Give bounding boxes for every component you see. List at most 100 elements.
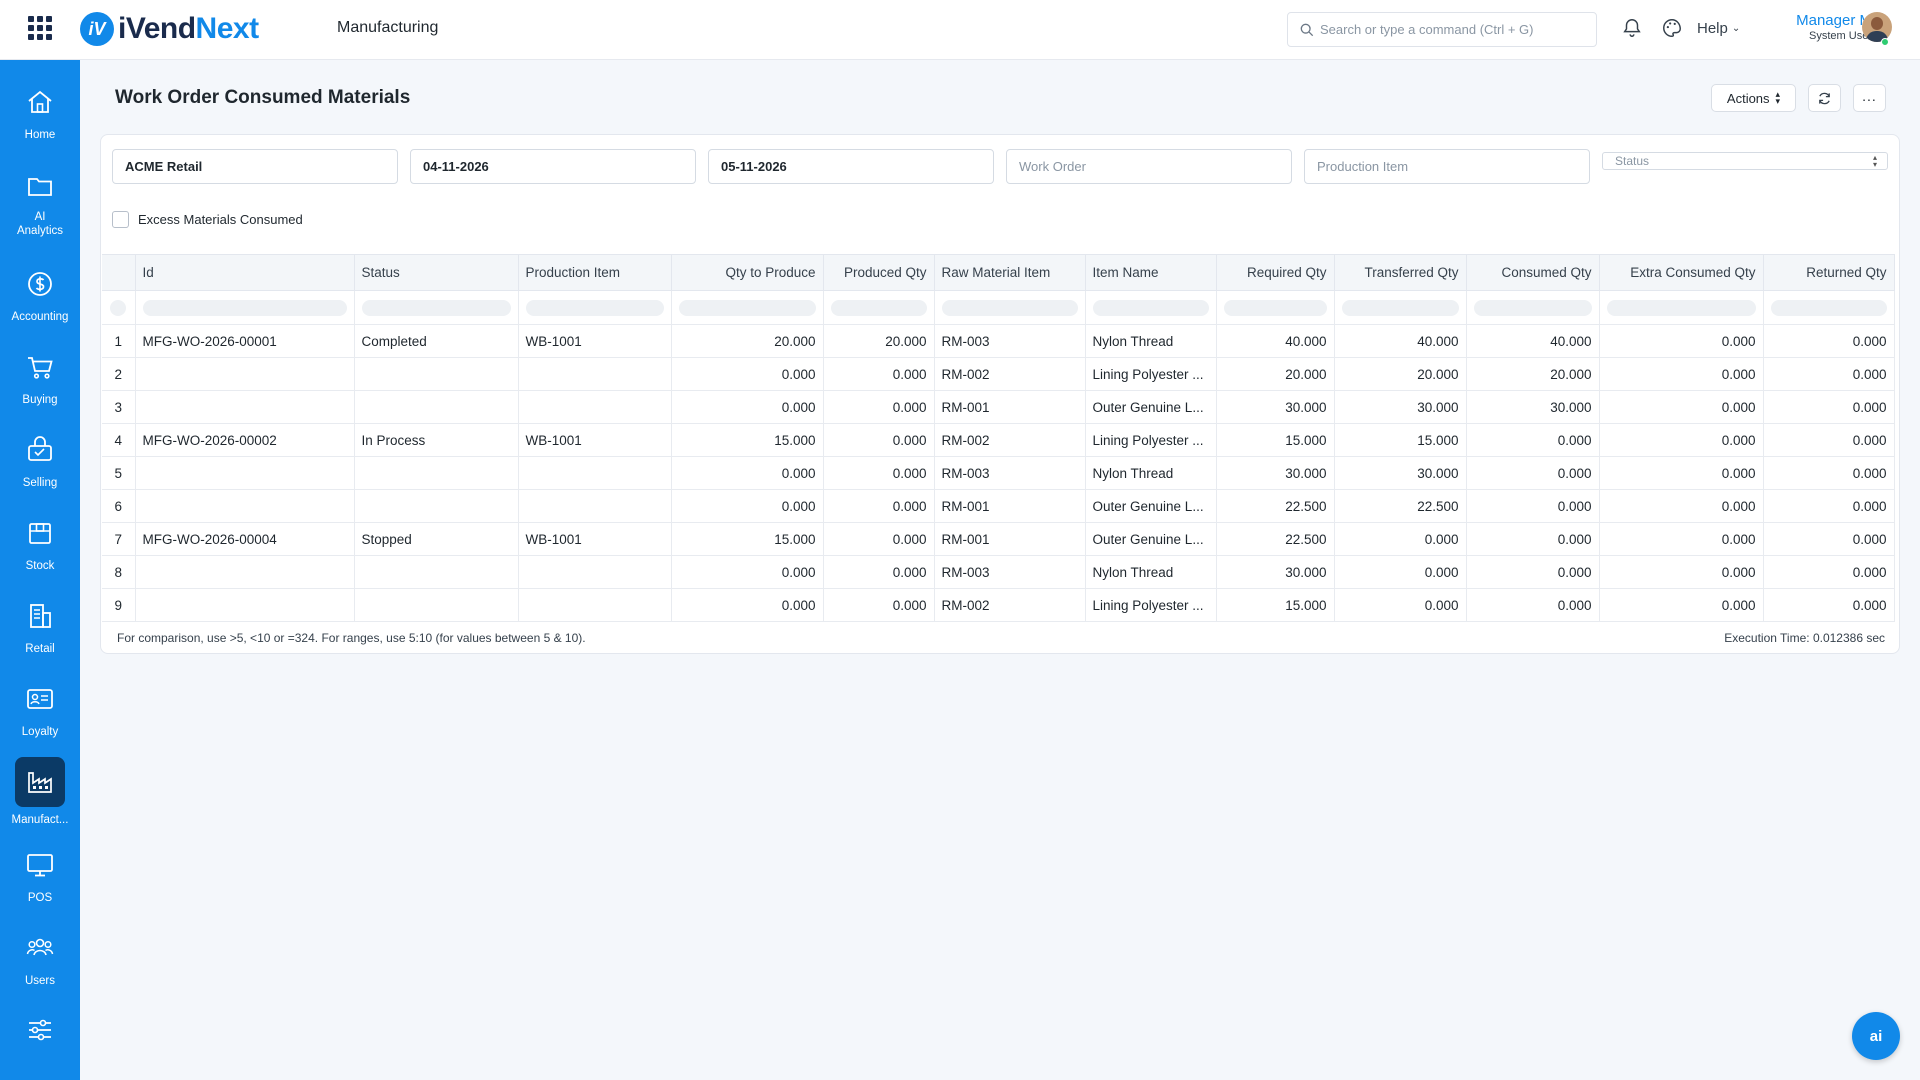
company-filter[interactable]: ACME Retail	[112, 149, 398, 184]
table-cell[interactable]: 0.000	[1763, 456, 1895, 490]
table-cell[interactable]: 0.000	[1466, 423, 1600, 457]
table-row[interactable]: 6 0.000 0.000 RM-001 Outer Genuine L... 22.50…	[102, 489, 1895, 523]
table-cell[interactable]	[135, 555, 355, 589]
table-cell[interactable]: 0.000	[1466, 555, 1600, 589]
column-filter-input[interactable]	[518, 290, 672, 325]
refresh-button[interactable]	[1808, 84, 1841, 112]
table-cell[interactable]: 0.000	[823, 489, 935, 523]
column-header[interactable]: Raw Material Item	[934, 254, 1086, 291]
table-cell[interactable]	[354, 357, 519, 391]
table-cell[interactable]	[518, 555, 672, 589]
table-cell[interactable]: 0.000	[671, 588, 824, 622]
table-cell[interactable]: WB-1001	[518, 423, 672, 457]
sidebar-item-stock[interactable]: Stock	[0, 513, 80, 573]
table-cell[interactable]: 0.000	[1334, 555, 1467, 589]
table-cell[interactable]: 0.000	[1763, 357, 1895, 391]
production-item-filter[interactable]: Production Item	[1304, 149, 1590, 184]
table-cell[interactable]: 0.000	[1599, 588, 1764, 622]
table-row[interactable]: 1 MFG-WO-2026-00001 Completed WB-1001 20.000…	[102, 324, 1895, 358]
table-cell[interactable]: Nylon Thread	[1085, 555, 1217, 589]
table-cell[interactable]: 20.000	[1466, 357, 1600, 391]
ai-assistant-button[interactable]: ai	[1852, 1012, 1900, 1060]
table-cell[interactable]: WB-1001	[518, 324, 672, 358]
table-cell[interactable]: 20.000	[671, 324, 824, 358]
column-header[interactable]: Required Qty	[1216, 254, 1335, 291]
table-cell[interactable]: 0.000	[1599, 324, 1764, 358]
table-cell[interactable]: 20.000	[823, 324, 935, 358]
table-cell[interactable]: RM-002	[934, 423, 1086, 457]
table-cell[interactable]: 0.000	[1763, 324, 1895, 358]
search-bar[interactable]	[1287, 12, 1597, 47]
column-filter-input[interactable]	[1599, 290, 1764, 325]
table-cell[interactable]: 0.000	[1763, 555, 1895, 589]
column-header[interactable]: Production Item	[518, 254, 672, 291]
table-cell[interactable]	[135, 489, 355, 523]
sidebar-item-settings[interactable]	[0, 1010, 80, 1050]
table-row[interactable]: 7 MFG-WO-2026-00004 Stopped WB-1001 15.000 0.…	[102, 522, 1895, 556]
sidebar-item-loyalty[interactable]: Loyalty	[0, 679, 80, 739]
excess-materials-option[interactable]: Excess Materials Consumed	[112, 211, 303, 228]
table-cell[interactable]: RM-001	[934, 522, 1086, 556]
more-options-button[interactable]: ...	[1853, 84, 1886, 112]
table-cell[interactable]: Stopped	[354, 522, 519, 556]
table-row[interactable]: 2 0.000 0.000 RM-002 Lining Polyester ... 20.…	[102, 357, 1895, 391]
column-filter-input[interactable]	[934, 290, 1086, 325]
table-cell[interactable]: 0.000	[1334, 522, 1467, 556]
user-menu[interactable]: Manager M System User	[1772, 12, 1872, 42]
column-header[interactable]: Consumed Qty	[1466, 254, 1600, 291]
table-row[interactable]: 8 0.000 0.000 RM-003 Nylon Thread 30.000 0.000…	[102, 555, 1895, 589]
table-row[interactable]: 5 0.000 0.000 RM-003 Nylon Thread 30.000 30.00…	[102, 456, 1895, 490]
table-cell[interactable]	[135, 390, 355, 424]
table-cell[interactable]: RM-001	[934, 390, 1086, 424]
column-filter-input[interactable]	[1216, 290, 1335, 325]
table-cell[interactable]: 30.000	[1216, 456, 1335, 490]
search-input[interactable]	[1320, 22, 1580, 37]
column-filter-input[interactable]	[1466, 290, 1600, 325]
apps-grid-icon[interactable]	[28, 16, 52, 40]
table-cell[interactable]: 22.500	[1334, 489, 1467, 523]
app-logo[interactable]: iV iVendNext	[80, 10, 259, 48]
table-cell[interactable]: RM-003	[934, 456, 1086, 490]
table-cell[interactable]: 40.000	[1216, 324, 1335, 358]
table-cell[interactable]: 0.000	[671, 555, 824, 589]
table-cell[interactable]: 40.000	[1334, 324, 1467, 358]
column-filter-input[interactable]	[135, 290, 355, 325]
column-header[interactable]: Extra Consumed Qty	[1599, 254, 1764, 291]
table-cell[interactable]: RM-002	[934, 357, 1086, 391]
table-cell[interactable]	[135, 588, 355, 622]
table-cell[interactable]: RM-003	[934, 555, 1086, 589]
table-cell[interactable]	[518, 456, 672, 490]
table-cell[interactable]: MFG-WO-2026-00002	[135, 423, 355, 457]
table-cell[interactable]: 0.000	[1466, 522, 1600, 556]
column-filter-input[interactable]	[354, 290, 519, 325]
table-cell[interactable]: 22.500	[1216, 522, 1335, 556]
table-row[interactable]: 4 MFG-WO-2026-00002 In Process WB-1001 15.00…	[102, 423, 1895, 457]
table-cell[interactable]: 0.000	[1599, 456, 1764, 490]
table-cell[interactable]	[354, 489, 519, 523]
table-cell[interactable]: Nylon Thread	[1085, 456, 1217, 490]
table-cell[interactable]: 0.000	[1599, 522, 1764, 556]
table-cell[interactable]: 0.000	[1466, 456, 1600, 490]
table-cell[interactable]: 0.000	[823, 390, 935, 424]
table-cell[interactable]: 0.000	[1599, 489, 1764, 523]
table-cell[interactable]: 20.000	[1216, 357, 1335, 391]
table-cell[interactable]: 0.000	[1763, 522, 1895, 556]
column-header[interactable]: Returned Qty	[1763, 254, 1895, 291]
from-date-filter[interactable]: 04-11-2026	[410, 149, 696, 184]
table-cell[interactable]	[518, 588, 672, 622]
table-cell[interactable]: RM-002	[934, 588, 1086, 622]
table-cell[interactable]: Lining Polyester ...	[1085, 357, 1217, 391]
table-cell[interactable]: 20.000	[1334, 357, 1467, 391]
table-cell[interactable]	[518, 489, 672, 523]
column-header[interactable]: Qty to Produce	[671, 254, 824, 291]
column-header[interactable]: Produced Qty	[823, 254, 935, 291]
table-cell[interactable]	[135, 456, 355, 490]
table-cell[interactable]: RM-001	[934, 489, 1086, 523]
sidebar-item-retail[interactable]: Retail	[0, 596, 80, 656]
table-cell[interactable]: WB-1001	[518, 522, 672, 556]
table-cell[interactable]	[518, 390, 672, 424]
table-cell[interactable]: 0.000	[823, 555, 935, 589]
table-cell[interactable]: In Process	[354, 423, 519, 457]
avatar[interactable]	[1862, 12, 1892, 42]
help-menu[interactable]: Help ⌄	[1697, 20, 1740, 37]
